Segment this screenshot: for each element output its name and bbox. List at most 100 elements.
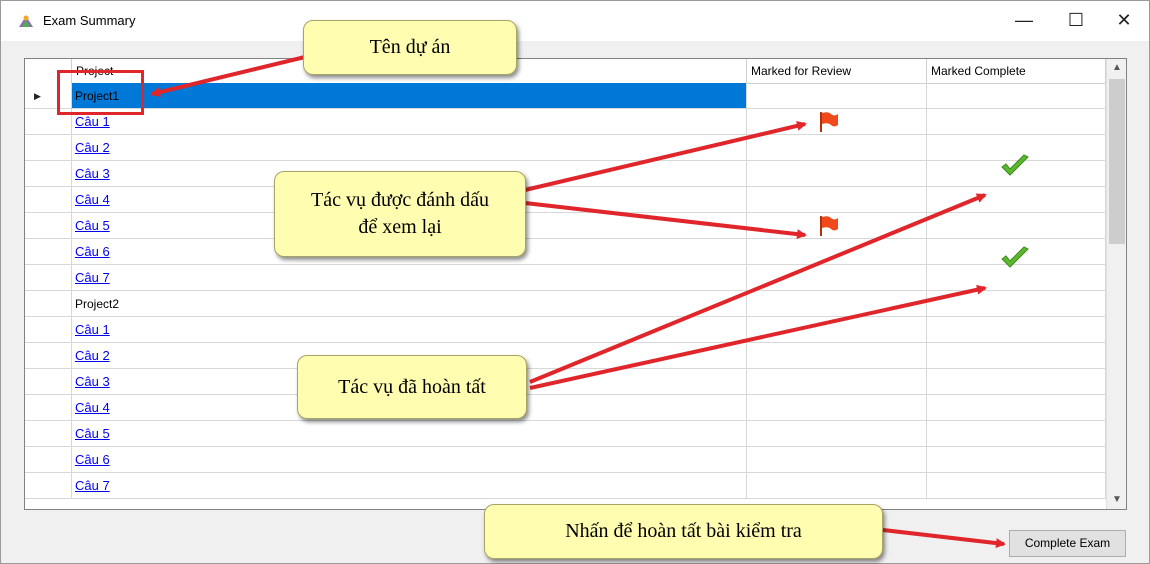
row-header[interactable] bbox=[25, 343, 72, 369]
task-row[interactable]: Câu 4 bbox=[25, 395, 1106, 421]
row-header[interactable] bbox=[25, 135, 72, 161]
task-link[interactable]: Câu 1 bbox=[75, 322, 110, 337]
row-header[interactable] bbox=[25, 187, 72, 213]
task-row[interactable]: Câu 1 bbox=[25, 109, 1106, 135]
app-icon bbox=[19, 15, 33, 27]
row-header[interactable] bbox=[25, 265, 72, 291]
row-header[interactable] bbox=[25, 447, 72, 473]
marked-complete-cell bbox=[927, 421, 1106, 447]
task-row[interactable]: Câu 2 bbox=[25, 343, 1106, 369]
project-name-cell[interactable]: Project1 bbox=[72, 83, 747, 109]
column-header-marked-complete[interactable]: Marked Complete bbox=[927, 59, 1106, 83]
task-row[interactable]: Câu 2 bbox=[25, 135, 1106, 161]
row-header[interactable] bbox=[25, 161, 72, 187]
marked-complete-cell bbox=[927, 109, 1106, 135]
task-link[interactable]: Câu 6 bbox=[75, 244, 110, 259]
task-link[interactable]: Câu 5 bbox=[75, 426, 110, 441]
marked-for-review-cell bbox=[747, 265, 927, 291]
task-link[interactable]: Câu 6 bbox=[75, 452, 110, 467]
task-cell[interactable]: Câu 2 bbox=[72, 135, 747, 161]
task-row[interactable]: Câu 6 bbox=[25, 239, 1106, 265]
task-row[interactable]: Câu 5 bbox=[25, 421, 1106, 447]
window-title: Exam Summary bbox=[43, 13, 136, 28]
callout-completed-text: Tác vụ đã hoàn tất bbox=[338, 375, 486, 398]
grid-header: Project Marked for Review Marked Complet… bbox=[25, 59, 1106, 84]
row-header[interactable] bbox=[25, 369, 72, 395]
checkmark-icon bbox=[1001, 246, 1029, 268]
marked-complete-cell bbox=[927, 187, 1106, 213]
task-link[interactable]: Câu 2 bbox=[75, 348, 110, 363]
project-row[interactable]: ▶ Project1 bbox=[25, 83, 1106, 109]
task-link[interactable]: Câu 3 bbox=[75, 374, 110, 389]
task-link[interactable]: Câu 3 bbox=[75, 166, 110, 181]
marked-for-review-cell bbox=[747, 369, 927, 395]
task-link[interactable]: Câu 1 bbox=[75, 114, 110, 129]
marked-complete-cell bbox=[927, 369, 1106, 395]
marked-complete-cell bbox=[927, 447, 1106, 473]
task-link[interactable]: Câu 7 bbox=[75, 270, 110, 285]
marked-for-review-cell bbox=[747, 421, 927, 447]
checkmark-icon bbox=[1001, 154, 1029, 176]
callout-completed: Tác vụ đã hoàn tất bbox=[297, 355, 527, 419]
project-name-highlight-box bbox=[57, 70, 144, 115]
task-row[interactable]: Câu 6 bbox=[25, 447, 1106, 473]
close-button[interactable]: ✕ bbox=[1101, 1, 1147, 41]
task-link[interactable]: Câu 2 bbox=[75, 140, 110, 155]
task-link[interactable]: Câu 7 bbox=[75, 478, 110, 493]
flag-icon bbox=[820, 112, 838, 132]
task-row[interactable]: Câu 1 bbox=[25, 317, 1106, 343]
exam-summary-window: Exam Summary — ☐ ✕ Project Marked for Re… bbox=[0, 0, 1150, 564]
marked-for-review-cell bbox=[747, 83, 927, 109]
callout-review-text-line2: để xem lại bbox=[358, 216, 442, 238]
marked-for-review-cell bbox=[747, 187, 927, 213]
row-header[interactable] bbox=[25, 395, 72, 421]
task-link[interactable]: Câu 4 bbox=[75, 192, 110, 207]
minimize-button[interactable]: — bbox=[1001, 1, 1047, 41]
callout-marked-for-review: Tác vụ được đánh dấu để xem lại bbox=[274, 171, 526, 257]
marked-complete-cell bbox=[927, 343, 1106, 369]
project-name-cell[interactable]: Project2 bbox=[72, 291, 747, 317]
row-header[interactable] bbox=[25, 421, 72, 447]
task-row[interactable]: Câu 4 bbox=[25, 187, 1106, 213]
task-row[interactable]: Câu 3 bbox=[25, 369, 1106, 395]
scrollbar-thumb[interactable] bbox=[1109, 79, 1125, 244]
row-header[interactable] bbox=[25, 291, 72, 317]
callout-complete-exam-text: Nhấn để hoàn tất bài kiểm tra bbox=[565, 520, 802, 542]
row-header[interactable] bbox=[25, 317, 72, 343]
vertical-scrollbar[interactable]: ▲ ▼ bbox=[1106, 59, 1126, 509]
marked-for-review-cell bbox=[747, 343, 927, 369]
exam-summary-grid[interactable]: Project Marked for Review Marked Complet… bbox=[24, 58, 1127, 510]
task-cell[interactable]: Câu 7 bbox=[72, 473, 747, 499]
marked-for-review-cell bbox=[747, 291, 927, 317]
marked-for-review-cell bbox=[747, 473, 927, 499]
scroll-down-icon[interactable]: ▼ bbox=[1107, 491, 1126, 509]
task-row[interactable]: Câu 3 bbox=[25, 161, 1106, 187]
column-header-marked-for-review[interactable]: Marked for Review bbox=[747, 59, 927, 83]
callout-complete-exam-hint: Nhấn để hoàn tất bài kiểm tra bbox=[484, 504, 883, 559]
task-row[interactable]: Câu 7 bbox=[25, 473, 1106, 499]
marked-complete-cell bbox=[927, 317, 1106, 343]
task-row[interactable]: Câu 5 bbox=[25, 213, 1106, 239]
task-link[interactable]: Câu 4 bbox=[75, 400, 110, 415]
task-link[interactable]: Câu 5 bbox=[75, 218, 110, 233]
task-row[interactable]: Câu 7 bbox=[25, 265, 1106, 291]
row-header[interactable] bbox=[25, 213, 72, 239]
marked-complete-cell bbox=[927, 473, 1106, 499]
project-row[interactable]: Project2 bbox=[25, 291, 1106, 317]
row-header[interactable] bbox=[25, 239, 72, 265]
marked-complete-cell bbox=[927, 83, 1106, 109]
row-pointer-icon: ▶ bbox=[34, 91, 41, 101]
task-cell[interactable]: Câu 1 bbox=[72, 109, 747, 135]
marked-for-review-cell bbox=[747, 213, 927, 239]
task-cell[interactable]: Câu 7 bbox=[72, 265, 747, 291]
complete-exam-button[interactable]: Complete Exam bbox=[1009, 530, 1126, 557]
row-header[interactable] bbox=[25, 473, 72, 499]
maximize-button[interactable]: ☐ bbox=[1053, 1, 1099, 41]
marked-complete-cell bbox=[927, 395, 1106, 421]
task-cell[interactable]: Câu 5 bbox=[72, 421, 747, 447]
project-name-label: Project2 bbox=[75, 297, 120, 311]
task-cell[interactable]: Câu 1 bbox=[72, 317, 747, 343]
marked-for-review-cell bbox=[747, 447, 927, 473]
scroll-up-icon[interactable]: ▲ bbox=[1107, 59, 1126, 77]
task-cell[interactable]: Câu 6 bbox=[72, 447, 747, 473]
